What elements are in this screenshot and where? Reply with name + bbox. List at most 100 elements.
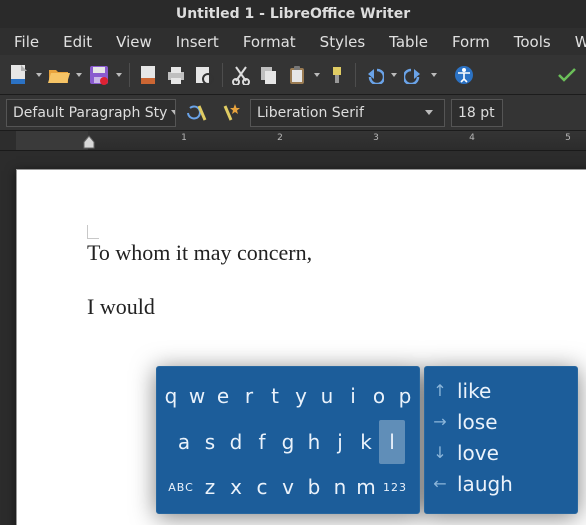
finish-button[interactable]	[554, 61, 580, 89]
menu-file[interactable]: File	[2, 29, 51, 55]
suggestion-item[interactable]: ← laugh	[433, 468, 569, 499]
key-x[interactable]: x	[223, 465, 249, 509]
key-w[interactable]: w	[184, 374, 210, 418]
main-toolbar	[0, 55, 586, 95]
arrow-down-icon: ↓	[433, 443, 447, 462]
paragraph-style-value: Default Paragraph Sty	[13, 105, 167, 121]
undo-dropdown[interactable]	[389, 61, 399, 89]
key-o[interactable]: o	[366, 374, 392, 418]
paste-button[interactable]	[284, 61, 310, 89]
new-dropdown[interactable]	[34, 61, 44, 89]
print-button[interactable]	[163, 61, 189, 89]
star-brush-icon	[219, 102, 241, 124]
keyboard-panel: q w e r t y u i o p a s d f g h j k l AB…	[156, 366, 420, 514]
onscreen-keyboard: q w e r t y u i o p a s d f g h j k l AB…	[156, 366, 578, 514]
menu-tools[interactable]: Tools	[502, 29, 563, 55]
suggestion-item[interactable]: → lose	[433, 406, 569, 437]
key-n[interactable]: n	[327, 465, 353, 509]
redo-dropdown[interactable]	[429, 61, 439, 89]
paragraph[interactable]: To whom it may concern,	[87, 240, 586, 266]
menu-form[interactable]: Form	[440, 29, 502, 55]
save-dropdown[interactable]	[114, 61, 124, 89]
paragraph[interactable]: I would	[87, 294, 586, 320]
page-content[interactable]: To whom it may concern, I would	[87, 240, 586, 348]
key-m[interactable]: m	[353, 465, 379, 509]
font-name-combo[interactable]: Liberation Serif	[250, 99, 445, 127]
open-dropdown[interactable]	[74, 61, 84, 89]
key-u[interactable]: u	[314, 374, 340, 418]
key-i[interactable]: i	[340, 374, 366, 418]
new-document-button[interactable]	[6, 61, 32, 89]
key-q[interactable]: q	[158, 374, 184, 418]
paragraph-style-combo[interactable]: Default Paragraph Sty	[6, 99, 176, 127]
ruler-left-margin	[16, 131, 88, 150]
key-h[interactable]: h	[301, 420, 327, 464]
key-d[interactable]: d	[223, 420, 249, 464]
key-k[interactable]: k	[353, 420, 379, 464]
undo-button[interactable]	[361, 61, 387, 89]
suggestions-panel: ↑ like → lose ↓ love ← laugh	[424, 366, 578, 514]
suggestion-word: like	[457, 379, 491, 403]
menu-edit[interactable]: Edit	[51, 29, 104, 55]
toolbar-separator	[129, 63, 130, 87]
key-c[interactable]: c	[249, 465, 275, 509]
check-icon	[556, 66, 578, 84]
ruler-label: 2	[277, 133, 283, 143]
export-pdf-button[interactable]	[135, 61, 161, 89]
key-s[interactable]: s	[197, 420, 223, 464]
printer-icon	[166, 65, 186, 85]
font-name-value: Liberation Serif	[257, 105, 364, 121]
open-button[interactable]	[46, 61, 72, 89]
accessibility-icon	[454, 65, 474, 85]
key-p[interactable]: p	[392, 374, 418, 418]
menu-insert[interactable]: Insert	[164, 29, 231, 55]
key-mode-abc[interactable]: ABC	[165, 465, 197, 509]
indent-marker[interactable]	[83, 135, 93, 147]
key-f[interactable]: f	[249, 420, 275, 464]
menu-styles[interactable]: Styles	[308, 29, 378, 55]
save-button[interactable]	[86, 61, 112, 89]
folder-open-icon	[48, 65, 70, 85]
toolbar-separator	[222, 63, 223, 87]
key-g[interactable]: g	[275, 420, 301, 464]
chevron-down-icon	[171, 110, 176, 115]
copy-button[interactable]	[256, 61, 282, 89]
key-l[interactable]: l	[379, 420, 405, 464]
key-mode-123[interactable]: 123	[379, 465, 411, 509]
cut-button[interactable]	[228, 61, 254, 89]
font-size-combo[interactable]: 18 pt	[451, 99, 503, 127]
print-preview-button[interactable]	[191, 61, 217, 89]
key-j[interactable]: j	[327, 420, 353, 464]
menu-window[interactable]: Window	[563, 29, 586, 55]
redo-button[interactable]	[401, 61, 427, 89]
key-a[interactable]: a	[171, 420, 197, 464]
ruler-label: 5	[565, 133, 571, 143]
formatting-toolbar: Default Paragraph Sty Liberation Serif 1…	[0, 95, 586, 131]
menu-format[interactable]: Format	[231, 29, 308, 55]
key-t[interactable]: t	[262, 374, 288, 418]
key-z[interactable]: z	[197, 465, 223, 509]
menubar: File Edit View Insert Format Styles Tabl…	[0, 28, 586, 55]
suggestion-item[interactable]: ↑ like	[433, 375, 569, 406]
ruler-label: 1	[181, 133, 187, 143]
suggestion-item[interactable]: ↓ love	[433, 437, 569, 468]
key-y[interactable]: y	[288, 374, 314, 418]
paintbrush-icon	[327, 65, 347, 85]
menu-view[interactable]: View	[104, 29, 164, 55]
update-style-button[interactable]	[182, 99, 210, 127]
key-v[interactable]: v	[275, 465, 301, 509]
horizontal-ruler[interactable]: 1 2 3 4 5	[0, 131, 586, 151]
menu-table[interactable]: Table	[377, 29, 440, 55]
suggestion-word: laugh	[457, 472, 513, 496]
suggestion-word: love	[457, 441, 499, 465]
key-e[interactable]: e	[210, 374, 236, 418]
key-r[interactable]: r	[236, 374, 262, 418]
clone-formatting-button[interactable]	[324, 61, 350, 89]
print-preview-icon	[194, 65, 214, 85]
new-style-button[interactable]	[216, 99, 244, 127]
window-title: Untitled 1 - LibreOffice Writer	[176, 6, 410, 22]
accessibility-check-button[interactable]	[451, 61, 477, 89]
key-b[interactable]: b	[301, 465, 327, 509]
paste-dropdown[interactable]	[312, 61, 322, 89]
undo-icon	[364, 66, 384, 84]
